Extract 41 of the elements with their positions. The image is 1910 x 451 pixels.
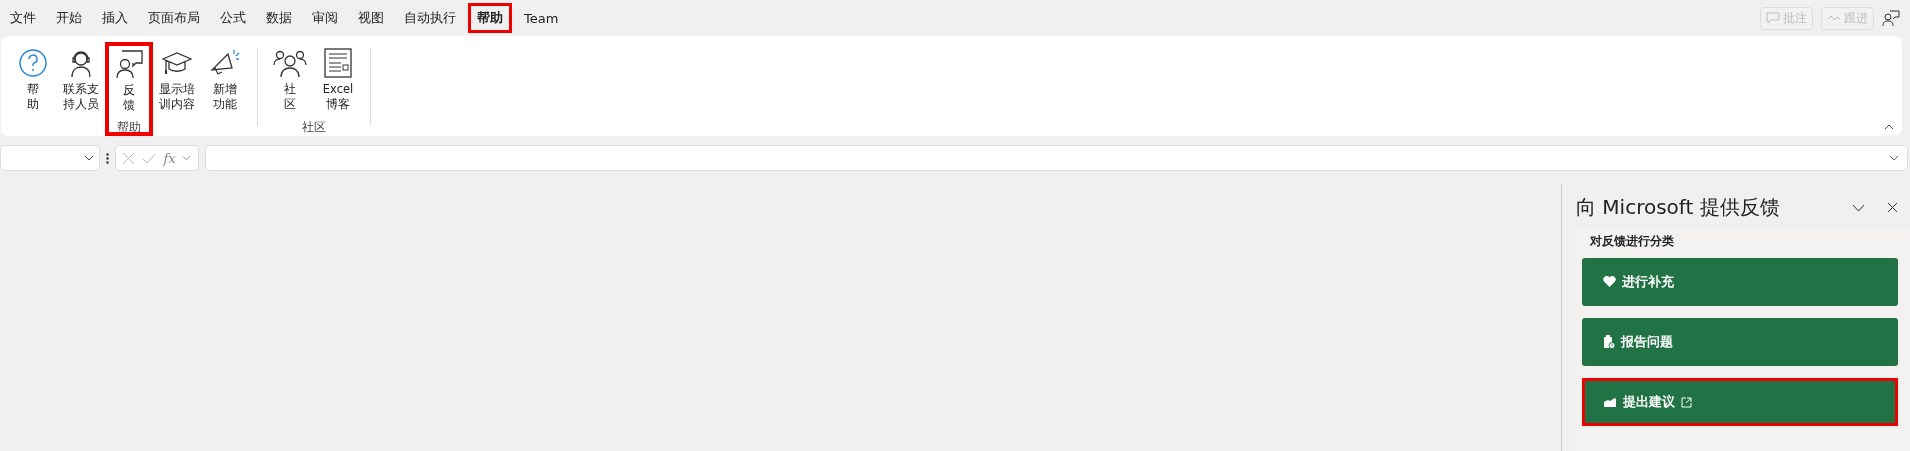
expand-icon[interactable] [1889,155,1899,161]
formula-input[interactable] [205,145,1908,171]
feedback-option-button[interactable]: 报告问题 [1582,318,1898,366]
ribbon-button[interactable]: Excel 博客 [314,42,362,122]
feedback-option-button[interactable]: 提出建议 [1582,378,1898,426]
chevron-down-icon[interactable] [1852,203,1865,212]
menu-tab[interactable]: 页面布局 [140,3,208,33]
close-icon[interactable] [1887,202,1898,213]
insert-function-button[interactable]: fx [163,150,176,166]
menu-tab[interactable]: 开始 [48,3,90,33]
people-group-icon [273,48,307,78]
ribbon-button[interactable]: 新增 功能 [201,42,249,122]
document-icon [324,48,352,78]
menu-tab[interactable]: 数据 [258,3,300,33]
pane-title: 向 Microsoft 提供反馈 [1576,194,1781,221]
ribbon-button[interactable]: 帮 助 [9,42,57,122]
check-icon[interactable] [142,152,157,164]
menu-tab[interactable]: 帮助 [468,3,512,33]
menu-tab[interactable]: 插入 [94,3,136,33]
menu-tab[interactable]: Team [516,3,567,33]
ribbon-button[interactable]: 显示培 训内容 [153,42,201,122]
menu-tab[interactable]: 审阅 [304,3,346,33]
menu-tab[interactable]: 视图 [350,3,392,33]
more-options-icon[interactable] [106,152,109,164]
menu-tab[interactable]: 文件 [2,3,44,33]
group-label: 帮助 [117,120,141,135]
heart-icon [1603,276,1616,288]
person-speech-icon [114,49,144,79]
clipboard-alert-icon [1603,335,1615,349]
collapse-ribbon-icon[interactable] [1884,124,1894,130]
group-label: 社区 [302,120,326,135]
ribbon-button[interactable]: 社 区 [266,42,314,122]
person-chat-icon[interactable] [1882,9,1900,27]
ribbon-button[interactable]: 联系支 持人员 [57,42,105,122]
comment-icon [1766,12,1780,24]
menu-tab[interactable]: 自动执行 [396,3,464,33]
section-label: 对反馈进行分类 [1590,233,1675,250]
menu-tab[interactable]: 公式 [212,3,254,33]
help-icon [18,48,48,78]
feedback-option-button[interactable]: 进行补充 [1582,258,1898,306]
dropdown-icon[interactable] [84,155,94,161]
